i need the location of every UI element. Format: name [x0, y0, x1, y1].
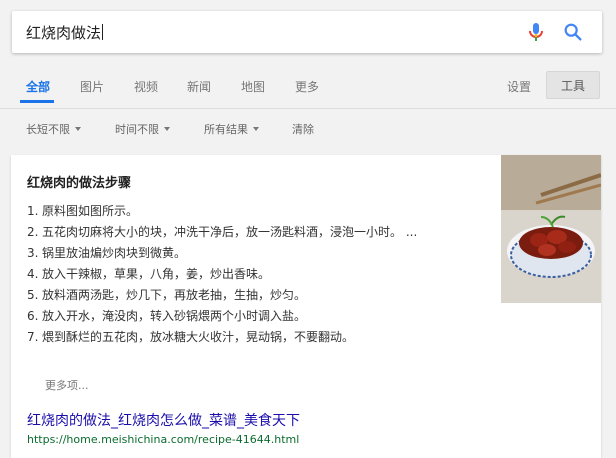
tab-maps[interactable]: 地图 — [241, 78, 265, 95]
step-text: 锅里放油煸炒肉块到微黄。 — [42, 246, 187, 260]
tabs-divider — [0, 108, 616, 109]
filter-clear[interactable]: 清除 — [292, 121, 314, 137]
search-input[interactable]: 红烧肉做法 — [26, 22, 524, 43]
tab-news[interactable]: 新闻 — [187, 78, 211, 95]
microphone-icon[interactable] — [524, 20, 548, 44]
list-item: 6. 放入开水，淹没肉，转入砂锅煨两个小时调入盐。 — [27, 308, 487, 324]
steps-list: 1. 原料图如图所示。 2. 五花肉切麻将大小的块，冲洗干净后，放一汤匙料酒，浸泡一… — [27, 203, 487, 350]
step-text: 放料酒两汤匙，炒几下，再放老抽，生抽，炒匀。 — [42, 288, 307, 302]
list-item: 7. 煨到酥烂的五花肉，放冰糖大火收汁，晃动锅，不要翻动。 — [27, 329, 487, 345]
step-number: 4. — [27, 267, 39, 281]
step-text: 五花肉切麻将大小的块，冲洗干净后，放一汤匙料酒，浸泡一小时。 ... — [42, 225, 418, 239]
step-number: 5. — [27, 288, 39, 302]
filter-length[interactable]: 长短不限 — [26, 121, 81, 137]
result-url: https://home.meishichina.com/recipe-4164… — [27, 433, 300, 446]
list-item: 5. 放料酒两汤匙，炒几下，再放老抽，生抽，炒匀。 — [27, 287, 487, 303]
list-item: 3. 锅里放油煸炒肉块到微黄。 — [27, 245, 487, 261]
chevron-down-icon — [75, 127, 81, 131]
more-items-link[interactable]: 更多项... — [45, 377, 89, 393]
list-item: 1. 原料图如图所示。 — [27, 203, 487, 219]
step-text: 原料图如图所示。 — [42, 204, 139, 218]
chevron-down-icon — [164, 127, 170, 131]
tools-button[interactable]: 工具 — [546, 71, 600, 99]
active-tab-indicator — [20, 100, 54, 103]
step-number: 7. — [27, 330, 39, 344]
filter-results-label: 所有结果 — [204, 123, 248, 136]
step-text: 煨到酥烂的五花肉，放冰糖大火收汁，晃动锅，不要翻动。 — [42, 330, 355, 344]
tab-all[interactable]: 全部 — [26, 78, 50, 95]
step-number: 6. — [27, 309, 39, 323]
featured-snippet-card: 红烧肉的做法步骤 1. 原料图如图所示。 2. 五花肉切麻将大小的块，冲洗干净后，放… — [11, 155, 601, 458]
filter-time[interactable]: 时间不限 — [115, 121, 170, 137]
chevron-down-icon — [253, 127, 259, 131]
filter-time-label: 时间不限 — [115, 123, 159, 136]
step-text: 放入干辣椒，草果，八角，姜，炒出香味。 — [42, 267, 271, 281]
list-item: 2. 五花肉切麻将大小的块，冲洗干净后，放一汤匙料酒，浸泡一小时。 ... — [27, 224, 487, 240]
step-number: 3. — [27, 246, 39, 260]
step-number: 1. — [27, 204, 39, 218]
filter-results[interactable]: 所有结果 — [204, 121, 259, 137]
filter-length-label: 长短不限 — [26, 123, 70, 136]
search-icon[interactable] — [562, 21, 584, 43]
settings-link[interactable]: 设置 — [507, 78, 531, 95]
filter-bar: 长短不限 时间不限 所有结果 清除 — [0, 118, 616, 138]
snippet-title: 红烧肉的做法步骤 — [27, 176, 132, 191]
search-tabs: 全部 图片 视频 新闻 地图 更多 设置 工具 — [0, 68, 616, 106]
tab-videos[interactable]: 视频 — [134, 78, 158, 95]
step-number: 2. — [27, 225, 39, 239]
dish-image[interactable] — [501, 155, 601, 303]
search-box[interactable]: 红烧肉做法 — [12, 11, 602, 53]
step-text: 放入开水，淹没肉，转入砂锅煨两个小时调入盐。 — [42, 309, 307, 323]
list-item: 4. 放入干辣椒，草果，八角，姜，炒出香味。 — [27, 266, 487, 282]
tab-images[interactable]: 图片 — [80, 78, 104, 95]
tab-more[interactable]: 更多 — [295, 78, 319, 95]
result-title-link[interactable]: 红烧肉的做法_红烧肉怎么做_菜谱_美食天下 — [27, 410, 300, 430]
